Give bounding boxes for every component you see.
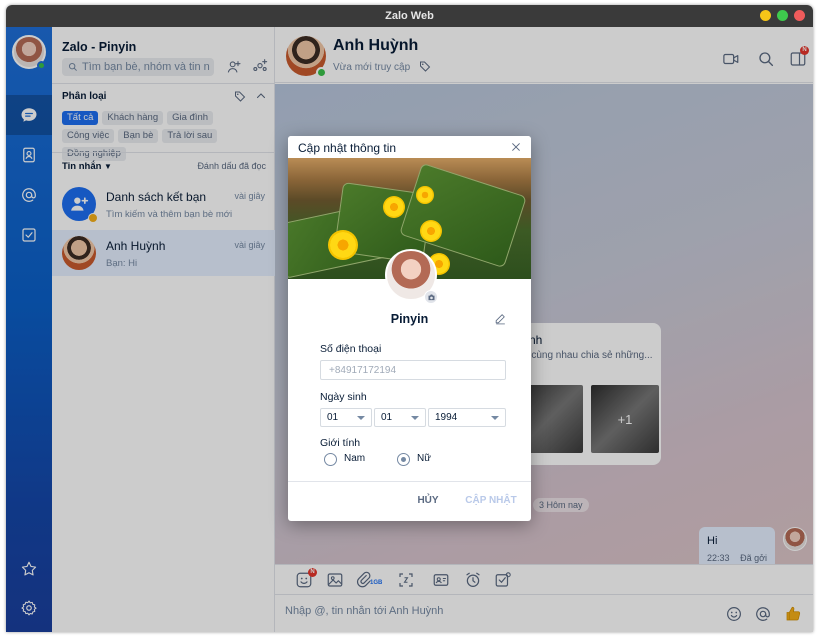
camera-icon [428, 294, 434, 300]
gender-male-radio[interactable] [324, 453, 337, 466]
gender-male-label[interactable]: Nam [344, 453, 365, 464]
cover-decoration [416, 186, 434, 204]
dialog-title: Cập nhật thông tin [298, 141, 397, 155]
close-window-button[interactable] [794, 10, 805, 21]
maximize-button[interactable] [777, 10, 788, 21]
dob-month-select[interactable]: 01 [374, 408, 426, 427]
caret-down-icon [411, 416, 419, 420]
close-icon [512, 143, 520, 151]
dob-day-value: 01 [327, 412, 339, 423]
modal-backdrop-nav [6, 27, 52, 632]
minimize-button[interactable] [760, 10, 771, 21]
caret-down-icon [491, 416, 499, 420]
update-button[interactable]: CẬP NHẬT [460, 493, 522, 509]
dob-year-value: 1994 [435, 412, 458, 423]
phone-label: Số điện thoại [320, 343, 382, 355]
dialog-header: Cập nhật thông tin [288, 136, 531, 158]
gender-female-label[interactable]: Nữ [417, 453, 431, 464]
edit-name-icon[interactable] [494, 312, 507, 325]
dob-year-select[interactable]: 1994 [428, 408, 506, 427]
change-avatar-button[interactable] [424, 290, 438, 304]
dialog-close-button[interactable] [508, 139, 524, 155]
phone-field[interactable] [320, 360, 506, 380]
cover-decoration [383, 196, 405, 218]
dob-day-select[interactable]: 01 [320, 408, 372, 427]
window-controls [760, 10, 805, 21]
dialog-footer-divider [288, 481, 531, 482]
dob-month-value: 01 [381, 412, 393, 423]
window-title: Zalo Web [385, 10, 434, 22]
gender-label: Giới tính [320, 437, 361, 449]
dob-label: Ngày sinh [320, 391, 367, 403]
update-profile-dialog: Cập nhật thông tin Pinyin Số điện thoại … [288, 136, 531, 521]
cover-decoration [420, 220, 442, 242]
gender-female-radio[interactable] [397, 453, 410, 466]
cancel-button[interactable]: HỦY [408, 493, 448, 509]
caret-down-icon [357, 416, 365, 420]
title-bar: Zalo Web [6, 5, 813, 27]
cover-decoration [328, 230, 358, 260]
